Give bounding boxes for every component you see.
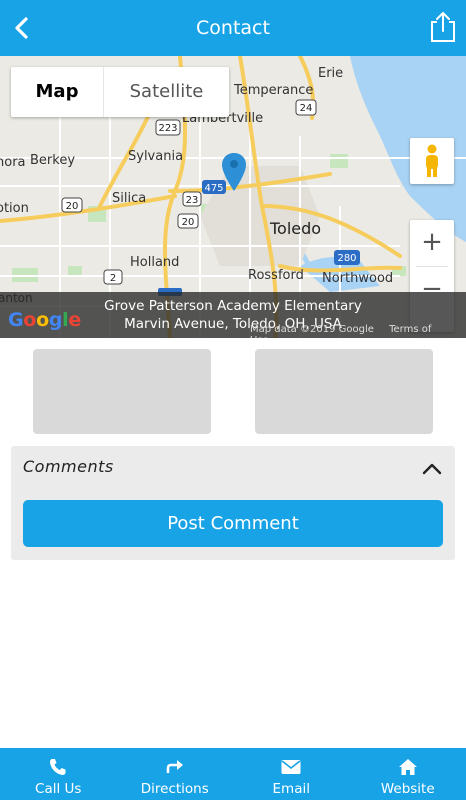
shield-24: 24 — [295, 99, 317, 116]
directions-icon — [166, 760, 183, 773]
label-temperance: Temperance — [233, 83, 313, 98]
label-toledo: Toledo — [269, 219, 321, 238]
label-silica: Silica — [112, 191, 146, 206]
post-comment-button[interactable]: Post Comment — [23, 500, 443, 547]
shield-20b: 20 — [177, 213, 199, 229]
nav-call-us[interactable]: Call Us — [0, 748, 117, 800]
contact-screen: Contact 475 24 223 20 20 23 280 2 Erie T… — [0, 0, 466, 800]
svg-text:23: 23 — [186, 195, 199, 206]
nav-directions-label: Directions — [140, 781, 209, 797]
email-icon — [281, 760, 301, 774]
shield-280: 280 — [334, 250, 360, 265]
nav-call-us-label: Call Us — [35, 781, 82, 797]
label-erie: Erie — [318, 66, 343, 81]
svg-text:223: 223 — [158, 123, 177, 134]
comments-section: Comments Post Comment — [11, 446, 455, 560]
image-placeholder-left — [33, 349, 211, 434]
chevron-up-icon[interactable] — [421, 458, 443, 480]
page-title: Contact — [196, 17, 270, 39]
svg-text:24: 24 — [300, 103, 313, 114]
shield-23: 23 — [182, 191, 202, 207]
svg-text:280: 280 — [337, 253, 356, 264]
label-ora: hora — [0, 155, 26, 170]
shield-223: 223 — [155, 119, 181, 136]
map-data-text: Map data ©2019 Google — [250, 324, 374, 335]
street-view-button[interactable] — [410, 138, 454, 184]
home-icon — [398, 759, 417, 775]
label-berkey: Berkey — [30, 153, 75, 168]
nav-website[interactable]: Website — [350, 748, 466, 800]
map-type-satellite-button[interactable]: Satellite — [103, 67, 229, 117]
pegman-icon — [426, 144, 438, 177]
zoom-in-button[interactable]: + — [410, 220, 454, 266]
share-icon[interactable] — [428, 10, 458, 44]
nav-website-label: Website — [380, 781, 435, 797]
map-attribution: Map data ©2019 Google Terms of Use — [250, 324, 462, 338]
nav-email-label: Email — [272, 781, 310, 797]
shield-20a: 20 — [61, 197, 83, 213]
location-pin-icon[interactable] — [221, 152, 247, 192]
svg-text:20: 20 — [66, 201, 79, 212]
map-type-control: Map Satellite — [11, 67, 229, 117]
label-sylvania: Sylvania — [128, 149, 183, 164]
svg-text:2: 2 — [110, 273, 116, 284]
google-logo: Google — [8, 309, 81, 331]
label-holland: Holland — [130, 255, 179, 270]
phone-icon — [50, 759, 66, 775]
map-view[interactable]: 475 24 223 20 20 23 280 2 Erie Temperanc… — [0, 56, 466, 338]
nav-directions[interactable]: Directions — [117, 748, 234, 800]
map-type-map-button[interactable]: Map — [11, 67, 103, 117]
top-app-bar: Contact — [0, 0, 466, 56]
comments-label: Comments — [23, 457, 114, 476]
label-northwood: Northwood — [322, 271, 393, 286]
shield-2: 2 — [103, 269, 123, 285]
image-placeholder-right — [255, 349, 433, 434]
svg-text:20: 20 — [182, 217, 195, 228]
bottom-navigation: Call Us Directions Email Website — [0, 748, 466, 800]
label-rossford: Rossford — [248, 268, 304, 283]
label-option: otion — [0, 201, 29, 216]
nav-email[interactable]: Email — [233, 748, 350, 800]
